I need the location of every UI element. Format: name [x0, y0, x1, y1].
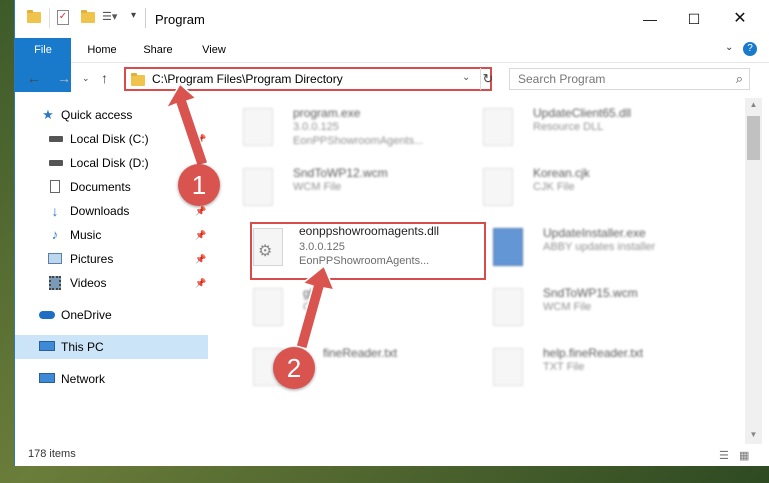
callout-badge-2: 2	[273, 347, 315, 389]
callout-badge-1: 1	[178, 164, 220, 206]
callout-arrow-1	[164, 82, 209, 167]
callout-arrows	[164, 82, 336, 350]
callout-arrow-2	[295, 264, 336, 350]
